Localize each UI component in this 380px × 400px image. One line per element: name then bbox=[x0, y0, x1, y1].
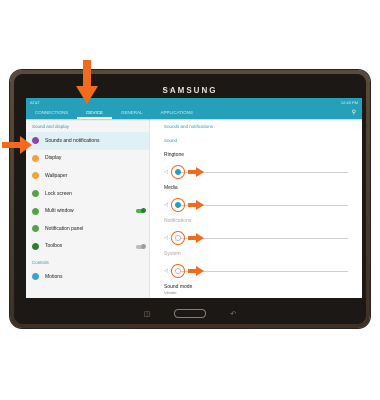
pointer-arrow bbox=[188, 233, 204, 243]
carrier-label: AT&T bbox=[30, 99, 40, 105]
volume-icon: ◁ bbox=[164, 202, 168, 208]
pointer-arrow bbox=[188, 167, 204, 177]
down-arrow-icon bbox=[76, 60, 98, 104]
media-slider-handle[interactable] bbox=[175, 202, 181, 208]
recent-apps-icon[interactable]: ◫ bbox=[144, 310, 151, 318]
notifications-row: Notifications ◁ bbox=[164, 218, 362, 251]
notifications-label: Notifications bbox=[164, 218, 192, 224]
sidebar-item-label: Multi window bbox=[45, 208, 74, 215]
sidebar: Sound and display Sounds and notificatio… bbox=[26, 119, 150, 298]
wallpaper-icon bbox=[32, 172, 39, 180]
tablet-device: SAMSUNG AT&T 12:45 PM CONNECTIONS DEVICE… bbox=[10, 70, 370, 328]
notification-icon bbox=[32, 225, 39, 233]
system-slider-handle[interactable] bbox=[175, 268, 181, 274]
sidebar-item-wallpaper[interactable]: Wallpaper bbox=[26, 167, 149, 185]
speaker-icon bbox=[32, 137, 39, 145]
settings-panel: Sounds and notifications Sound Ringtone … bbox=[150, 119, 362, 298]
sidebar-item-motions[interactable]: Motions bbox=[26, 268, 149, 286]
system-label: System bbox=[164, 251, 181, 257]
sidebar-item-sounds-notifications[interactable]: Sounds and notifications bbox=[26, 132, 149, 150]
sound-section-header: Sound bbox=[164, 138, 178, 143]
tab-applications[interactable]: APPLICATIONS bbox=[152, 110, 202, 119]
system-row: System ◁ bbox=[164, 251, 362, 284]
tab-connections[interactable]: CONNECTIONS bbox=[26, 110, 77, 119]
volume-icon: ◁ bbox=[164, 268, 168, 274]
home-button[interactable] bbox=[174, 309, 207, 318]
brand-logo: SAMSUNG bbox=[162, 86, 218, 95]
sidebar-item-multi-window[interactable]: Multi window bbox=[26, 202, 149, 220]
sidebar-section-controls: Controls bbox=[32, 260, 49, 266]
tab-bar: CONNECTIONS DEVICE GENERAL APPLICATIONS … bbox=[26, 106, 362, 119]
sound-mode-value: Vibrate bbox=[164, 290, 177, 295]
sidebar-section-sound-display: Sound and display bbox=[32, 124, 70, 129]
right-arrow-icon bbox=[2, 136, 32, 154]
sidebar-item-label: Lock screen bbox=[45, 190, 72, 197]
toolbox-toggle[interactable] bbox=[136, 243, 146, 249]
sidebar-item-notification-panel[interactable]: Notification panel bbox=[26, 220, 149, 238]
sidebar-item-label: Motions bbox=[45, 273, 63, 280]
lock-icon bbox=[32, 190, 39, 198]
notifications-slider-handle[interactable] bbox=[175, 235, 181, 241]
media-row: Media ◁ bbox=[164, 185, 362, 218]
page-title: Sounds and notifications bbox=[164, 124, 214, 129]
sidebar-item-label: Toolbox bbox=[45, 243, 63, 250]
sidebar-item-lock-screen[interactable]: Lock screen bbox=[26, 185, 149, 203]
screen: AT&T 12:45 PM CONNECTIONS DEVICE GENERAL… bbox=[26, 98, 362, 298]
sidebar-item-toolbox[interactable]: Toolbox bbox=[26, 238, 149, 256]
search-icon[interactable]: ⚲ bbox=[352, 109, 356, 116]
ringtone-row: Ringtone ◁ bbox=[164, 152, 362, 185]
toolbox-icon bbox=[32, 242, 39, 250]
motions-icon bbox=[32, 273, 39, 281]
volume-icon: ◁ bbox=[164, 235, 168, 241]
tab-device[interactable]: DEVICE bbox=[77, 110, 113, 119]
ringtone-label: Ringtone bbox=[164, 152, 185, 158]
multiwindow-icon bbox=[32, 207, 39, 215]
ringtone-slider-handle[interactable] bbox=[175, 169, 181, 175]
sidebar-item-label: Wallpaper bbox=[45, 172, 68, 179]
pointer-arrow bbox=[188, 200, 204, 210]
media-label: Media bbox=[164, 185, 178, 191]
volume-icon: ◁ bbox=[164, 169, 168, 175]
multi-window-toggle[interactable] bbox=[136, 208, 146, 214]
tab-general[interactable]: GENERAL bbox=[112, 110, 152, 119]
display-icon bbox=[32, 154, 39, 162]
sidebar-item-label: Sounds and notifications bbox=[45, 137, 100, 144]
pointer-arrow bbox=[188, 266, 204, 276]
sidebar-item-display[interactable]: Display bbox=[26, 150, 149, 168]
sound-mode-row[interactable]: Sound mode Vibrate bbox=[164, 284, 362, 295]
sidebar-item-label: Display bbox=[45, 155, 62, 162]
back-icon[interactable]: ↶ bbox=[230, 310, 236, 318]
status-time: 12:45 PM bbox=[340, 99, 358, 105]
sidebar-item-label: Notification panel bbox=[45, 225, 84, 232]
navigation-keys: ◫ ↶ bbox=[14, 309, 366, 318]
tablet-bezel: SAMSUNG AT&T 12:45 PM CONNECTIONS DEVICE… bbox=[14, 74, 366, 324]
